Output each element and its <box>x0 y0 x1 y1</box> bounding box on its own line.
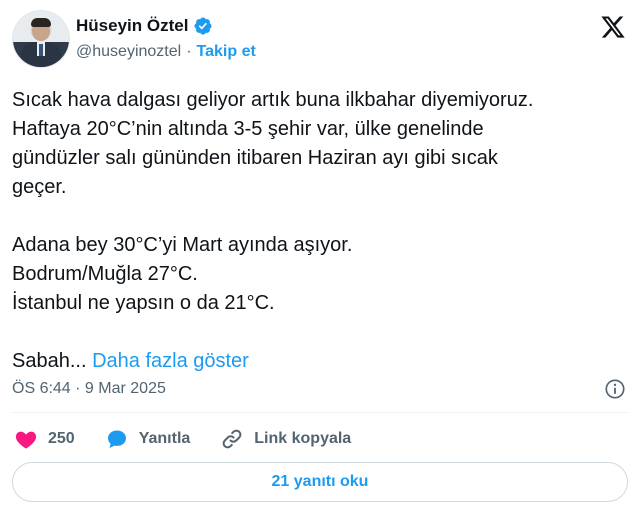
tweet-line: Bodrum/Muğla 27°C. <box>12 263 198 285</box>
show-more-link[interactable]: Daha fazla göster <box>92 350 249 372</box>
author-name[interactable]: Hüseyin Öztel <box>76 16 188 36</box>
tweet-header: Hüseyin Öztel @huseyinoztel · Takip et <box>12 10 628 70</box>
read-replies-button[interactable]: 21 yanıtı oku <box>12 462 628 502</box>
x-logo-icon[interactable] <box>600 14 626 40</box>
author-handle[interactable]: @huseyinoztel <box>76 43 181 61</box>
tweet-line: İstanbul ne yapsın o da 21°C. <box>12 292 275 314</box>
like-button[interactable]: 250 <box>14 427 75 451</box>
tweet-line: Haftaya 20°C’nin altında 3-5 şehir var, … <box>12 118 484 140</box>
reply-bubble-icon <box>107 430 126 448</box>
reply-button[interactable]: Yanıtla <box>105 427 191 451</box>
info-icon[interactable] <box>604 378 626 400</box>
copy-link-button[interactable]: Link kopyala <box>220 427 351 451</box>
tweet-actions: 250 Yanıtla Link kopyala <box>14 426 381 452</box>
tweet-line: geçer. <box>12 176 67 198</box>
tweet-truncated-text: Sabah... <box>12 350 87 372</box>
author-name-row: Hüseyin Öztel <box>76 16 213 36</box>
separator-dot: · <box>186 43 192 60</box>
tweet-line: gündüzler salı gününden itibaren Haziran… <box>12 147 498 169</box>
tweet-line: Sıcak hava dalgası geliyor artık buna il… <box>12 89 534 111</box>
divider <box>12 412 628 413</box>
tweet-text: Sıcak hava dalgası geliyor artık buna il… <box>12 86 628 376</box>
tweet-line: Adana bey 30°C’yi Mart ayında aşıyor. <box>12 234 353 256</box>
tweet-last-line: Sabah... Daha fazla göster <box>12 347 628 376</box>
link-icon <box>222 429 242 449</box>
author-handle-row: @huseyinoztel · Takip et <box>76 43 256 61</box>
author-avatar[interactable] <box>12 10 70 68</box>
reply-label: Yanıtla <box>138 430 191 447</box>
like-count: 250 <box>48 430 75 447</box>
verified-badge-icon <box>194 17 212 35</box>
copy-link-label: Link kopyala <box>254 430 352 447</box>
tweet-timestamp[interactable]: ÖS 6:44 · 9 Mar 2025 <box>12 380 166 398</box>
tweet-card: Hüseyin Öztel @huseyinoztel · Takip et S… <box>0 0 640 524</box>
heart-icon <box>15 431 37 449</box>
follow-button[interactable]: Takip et <box>197 43 256 61</box>
